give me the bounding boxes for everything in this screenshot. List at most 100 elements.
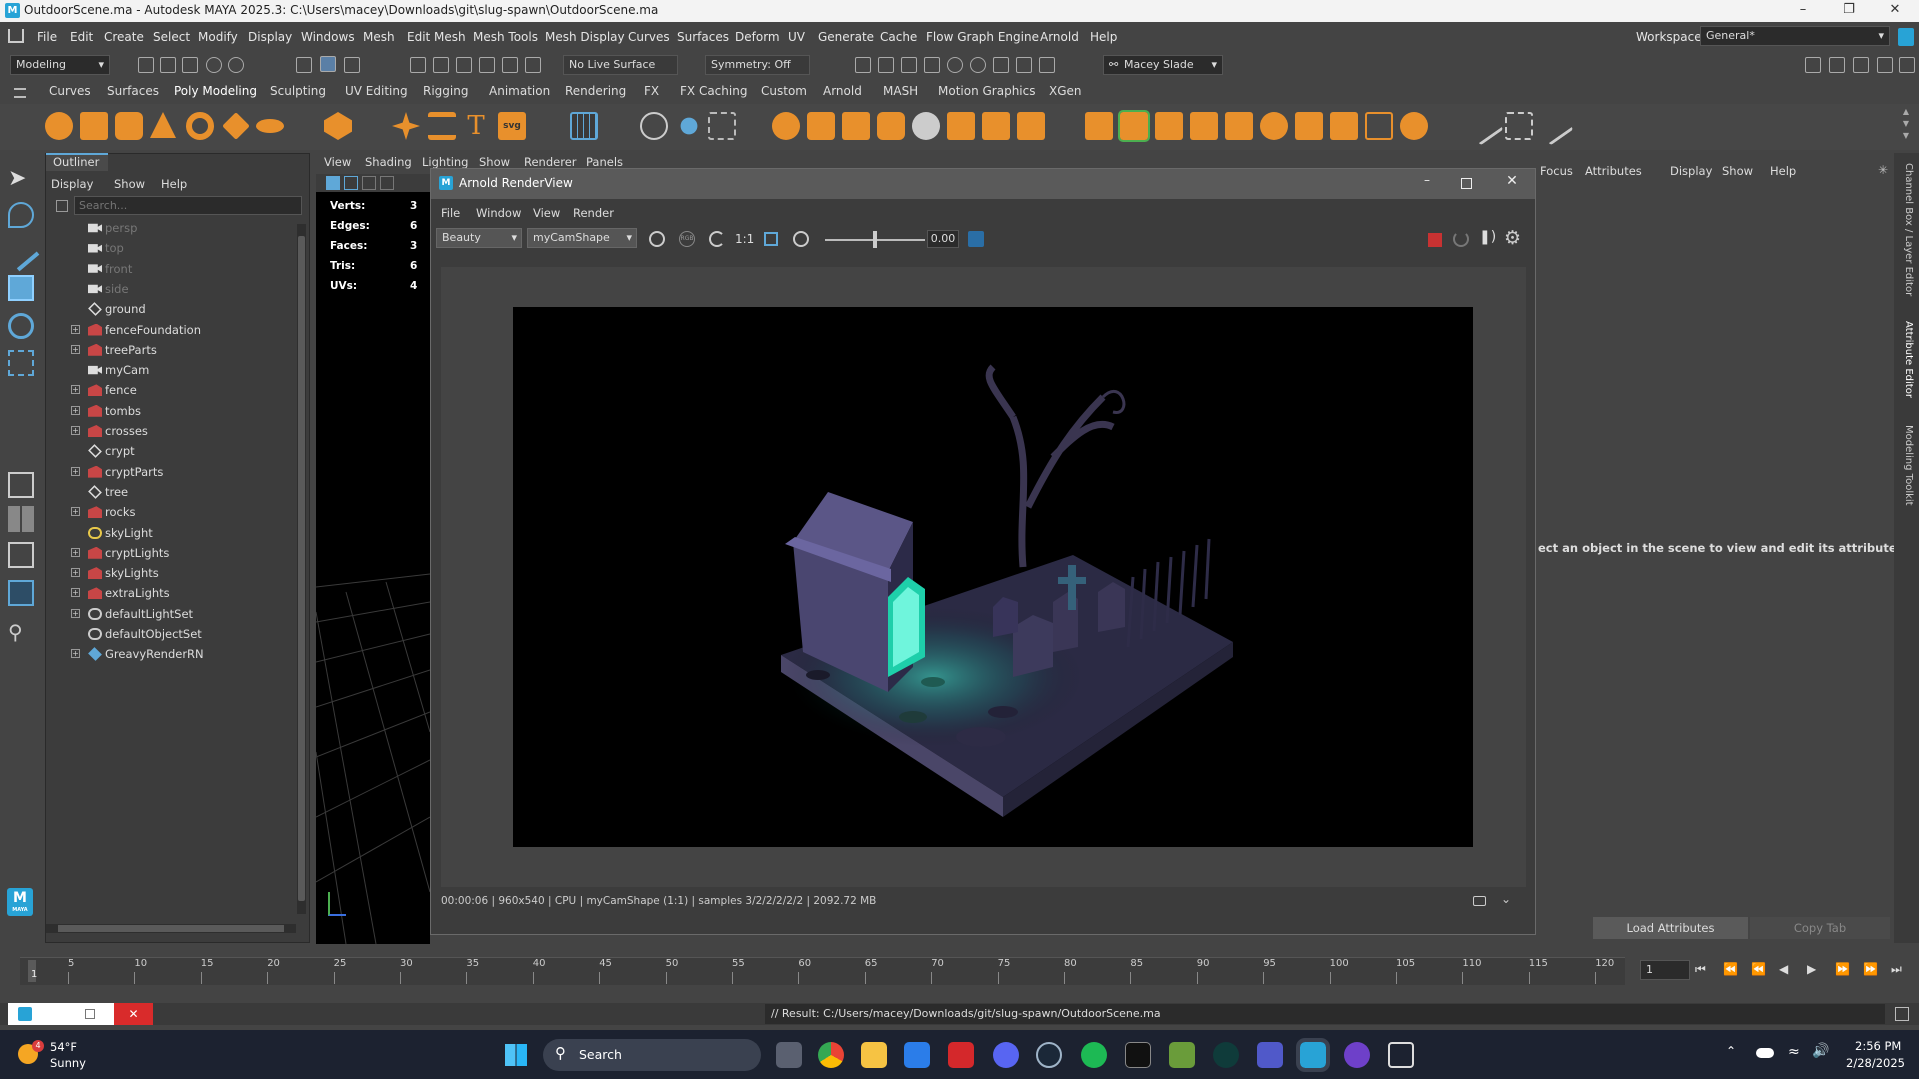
adobe-acrobat-icon[interactable]: [948, 1042, 974, 1068]
expand-icon[interactable]: +: [71, 507, 80, 517]
maya-taskbar-icon[interactable]: [1296, 1038, 1330, 1072]
outliner-item-fence[interactable]: + fence: [46, 380, 286, 400]
poly-sphere-icon[interactable]: [45, 112, 73, 140]
home-icon[interactable]: [8, 29, 24, 43]
open-scene-icon[interactable]: [160, 57, 176, 73]
outliner-search-input[interactable]: [74, 196, 302, 215]
viewport-menu-panels[interactable]: Panels: [586, 155, 623, 169]
snap-curve-icon[interactable]: [433, 57, 449, 73]
sweep-mesh-icon[interactable]: [392, 112, 420, 140]
expand-icon[interactable]: +: [71, 324, 80, 334]
outliner-item-extra-lights[interactable]: + extraLights: [46, 583, 286, 603]
outliner-toggle-icon[interactable]: [1829, 57, 1845, 73]
outliner-item-tombs[interactable]: + tombs: [46, 401, 286, 421]
render-view-icon[interactable]: [901, 57, 917, 73]
poly-cone-icon[interactable]: [150, 112, 176, 138]
renderview-maximize-button[interactable]: [1461, 178, 1472, 189]
alpha-channel-icon[interactable]: [709, 231, 725, 247]
rgb-channels-icon[interactable]: RGB: [679, 231, 695, 247]
clock-date[interactable]: 2/28/2025: [1846, 1056, 1905, 1070]
outliner-hscroll[interactable]: [46, 924, 296, 933]
minecraft-icon[interactable]: [1169, 1042, 1195, 1068]
side-tab-attribute-editor[interactable]: Attribute Editor: [1898, 321, 1914, 411]
viewport-menu-lighting[interactable]: Lighting: [422, 155, 468, 169]
bridge-icon[interactable]: [680, 117, 698, 135]
poly-cylinder-icon[interactable]: [115, 112, 143, 140]
load-attributes-button[interactable]: Load Attributes: [1593, 917, 1748, 939]
weather-widget[interactable]: 4 54°F Sunny: [18, 1038, 118, 1072]
attribute-editor-toggle-icon[interactable]: [1853, 57, 1869, 73]
stop-render-icon[interactable]: [1428, 233, 1442, 247]
renderview-menu-file[interactable]: File: [441, 206, 460, 220]
menu-cache[interactable]: Cache: [880, 30, 917, 44]
renderview-menu-render[interactable]: Render: [573, 206, 614, 220]
camera-attributes-icon[interactable]: [326, 176, 340, 190]
expand-icon[interactable]: +: [71, 568, 80, 578]
sidebar-toggle-icon[interactable]: [1805, 57, 1821, 73]
shelf-tab-curves[interactable]: Curves: [49, 84, 91, 98]
viewport-menu-show[interactable]: Show: [479, 155, 510, 169]
viewport[interactable]: Verts: 3 Edges: 6 Faces: 3 Tris: 6 UVs: 4: [316, 192, 430, 944]
insert-edge-loop-icon[interactable]: [1190, 112, 1218, 140]
menu-create[interactable]: Create: [104, 30, 144, 44]
outliner-item-persp[interactable]: persp: [46, 218, 286, 238]
render-settings-icon[interactable]: [924, 57, 940, 73]
lock-icon[interactable]: [1898, 28, 1914, 46]
wifi-icon[interactable]: ≈: [1788, 1044, 1800, 1060]
outliner-item-greavy-render-rn[interactable]: + GreavyRenderRN: [46, 644, 286, 664]
task-view-icon[interactable]: [776, 1042, 802, 1068]
snap-center-icon[interactable]: [525, 57, 541, 73]
poly-platonic-icon[interactable]: [324, 112, 352, 140]
paint-select-icon[interactable]: [2, 234, 40, 272]
renderview-close-button[interactable]: ✕: [1502, 173, 1522, 193]
outliner-item-ground[interactable]: ground: [46, 299, 286, 319]
separate-icon[interactable]: [842, 112, 870, 140]
taskbar-search[interactable]: ⚲ Search: [543, 1039, 761, 1071]
clock-time[interactable]: 2:56 PM: [1855, 1039, 1901, 1053]
menu-generate[interactable]: Generate: [818, 30, 874, 44]
outliner-item-crypt-parts[interactable]: + cryptParts: [46, 462, 286, 482]
expand-icon[interactable]: +: [71, 608, 80, 618]
volume-icon[interactable]: 🔊: [1812, 1043, 1829, 1059]
target-weld-icon[interactable]: [1118, 110, 1150, 142]
ae-menu-help[interactable]: Help: [1770, 164, 1796, 178]
menu-set-dropdown[interactable]: Modeling ▾: [10, 55, 110, 75]
outliner-item-crosses[interactable]: + crosses: [46, 421, 286, 441]
pin-icon[interactable]: ✳: [1878, 163, 1888, 177]
outliner-filter-icon[interactable]: [56, 200, 68, 212]
grid-toggle-icon[interactable]: [380, 176, 394, 190]
poly-plane-icon[interactable]: [222, 112, 250, 140]
expand-icon[interactable]: +: [71, 426, 80, 435]
ipr-pause-icon[interactable]: [1039, 57, 1055, 73]
select-tool-icon[interactable]: ➤: [8, 166, 34, 192]
call-of-duty-icon[interactable]: [1125, 1042, 1151, 1068]
start-button[interactable]: [505, 1044, 527, 1066]
menu-surfaces[interactable]: Surfaces: [677, 30, 729, 44]
workspace-dropdown[interactable]: General* ▾: [1700, 26, 1890, 46]
uv-editor-icon[interactable]: [570, 112, 598, 140]
render-canvas[interactable]: [441, 267, 1526, 887]
outliner-item-default-object-set[interactable]: defaultObjectSet: [46, 624, 286, 644]
outliner-item-top[interactable]: top: [46, 238, 286, 258]
current-frame-field[interactable]: 1: [1640, 960, 1690, 980]
select-hierarchy-icon[interactable]: [296, 57, 312, 73]
super-shape-icon[interactable]: [428, 112, 456, 140]
shelf-tab-arnold[interactable]: Arnold: [823, 84, 862, 98]
hypershade-icon[interactable]: [947, 57, 963, 73]
shelf-tab-motion-graphics[interactable]: Motion Graphics: [938, 84, 1036, 98]
expand-icon[interactable]: +: [71, 649, 80, 659]
poly-torus-icon[interactable]: [186, 112, 214, 140]
shelf-tab-rendering[interactable]: Rendering: [565, 84, 626, 98]
outliner-layout-icon[interactable]: [8, 580, 34, 606]
redo-icon[interactable]: [228, 57, 244, 73]
shelf-tab-fx-caching[interactable]: FX Caching: [680, 84, 747, 98]
camera-dropdown[interactable]: myCamShape ▾: [527, 228, 637, 248]
poke-icon[interactable]: [1295, 112, 1323, 140]
refresh-region-icon[interactable]: [793, 231, 809, 247]
append-icon[interactable]: [708, 112, 736, 140]
go-to-start-icon[interactable]: ⏮: [1695, 962, 1706, 977]
ae-menu-focus[interactable]: Focus: [1540, 164, 1573, 178]
poly-cube-icon[interactable]: [80, 112, 108, 140]
display-settings-icon[interactable]: [649, 231, 665, 247]
select-object-icon[interactable]: [320, 56, 336, 72]
